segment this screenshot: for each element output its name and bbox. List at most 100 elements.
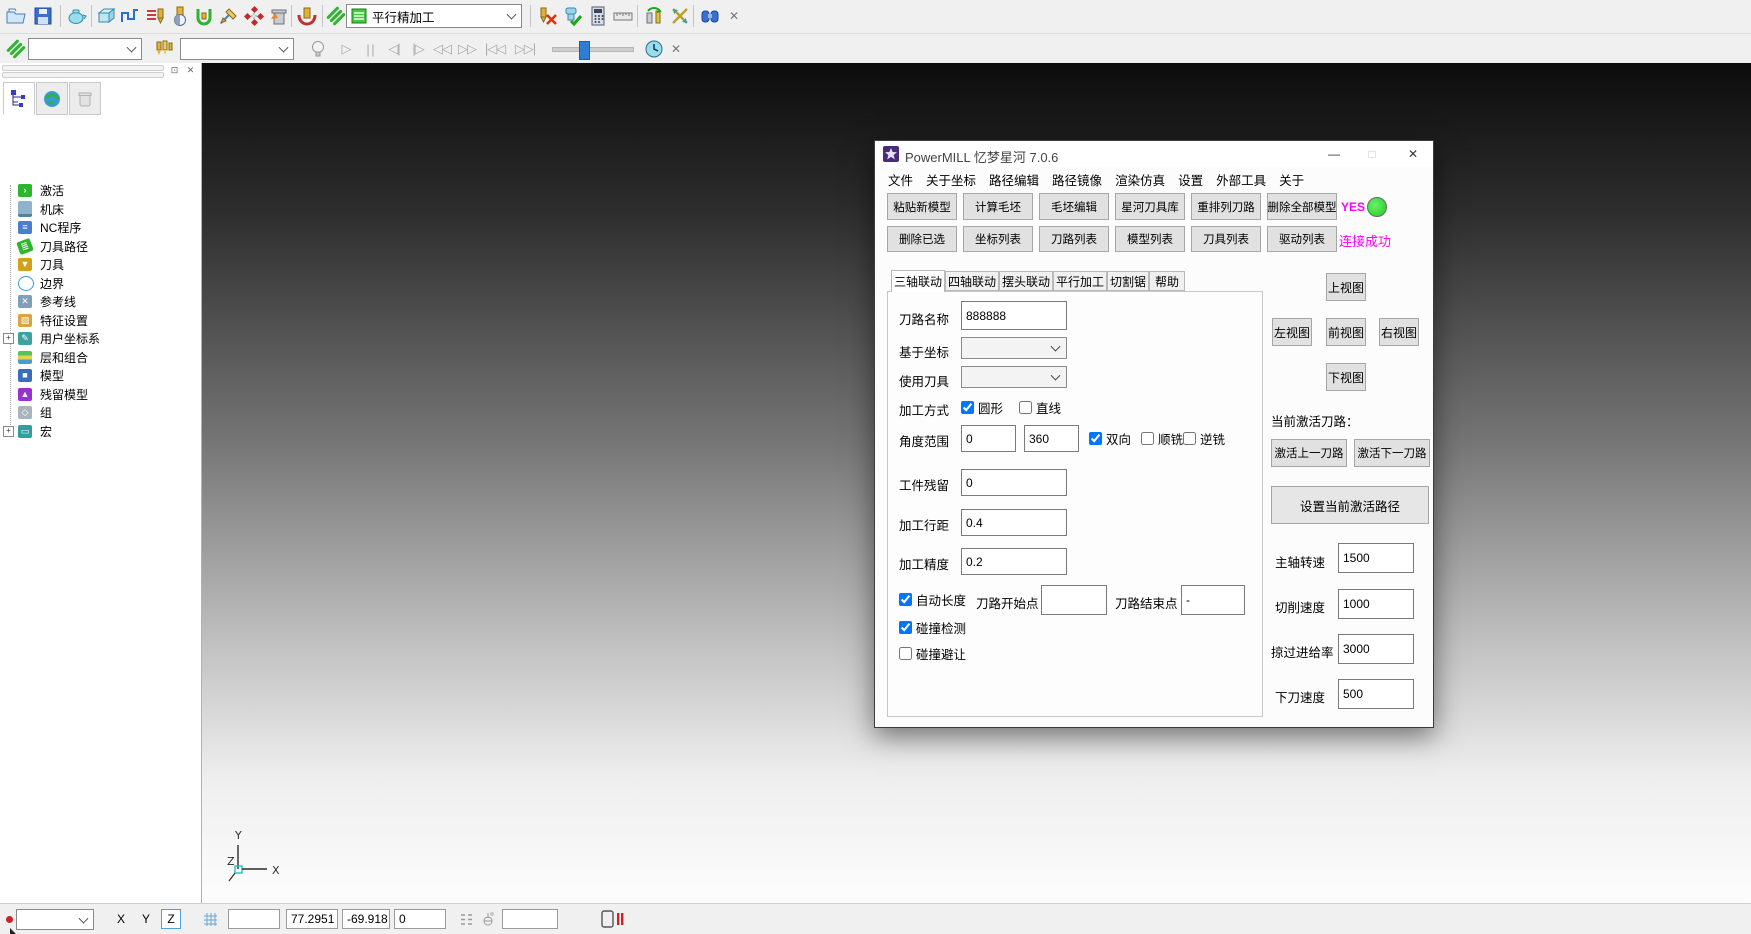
tool-holder-icon[interactable]: [295, 4, 319, 28]
skip-to-start-icon[interactable]: |◁◁: [480, 37, 510, 61]
coord-z-field[interactable]: 0: [394, 909, 446, 929]
tolerance-field[interactable]: [502, 909, 558, 929]
tree-item-feature-sets[interactable]: ▧ 特征设置: [0, 311, 200, 329]
cutting-feed-input[interactable]: [1338, 589, 1414, 619]
start-point-input[interactable]: [1041, 585, 1107, 615]
model-list-button[interactable]: 模型列表: [1115, 226, 1185, 252]
mode-circle-box[interactable]: [961, 401, 974, 414]
collision-avoid-box[interactable]: [899, 647, 912, 660]
stock-allowance-input[interactable]: [961, 469, 1067, 496]
step-back-icon[interactable]: ◁|: [382, 37, 406, 61]
tool-change-icon[interactable]: [642, 4, 666, 28]
angle-from-input[interactable]: [961, 425, 1016, 452]
maximize-button[interactable]: □: [1353, 141, 1391, 167]
strategy-combobox[interactable]: 平行精加工: [346, 4, 522, 28]
menu-path-edit[interactable]: 路径编辑: [986, 170, 1042, 189]
tree-item-levels-sets[interactable]: 层和组合: [0, 348, 200, 366]
stepover-input[interactable]: [961, 509, 1067, 536]
calculator-icon[interactable]: [586, 4, 610, 28]
menu-external-tools[interactable]: 外部工具: [1213, 170, 1269, 189]
sim-speed-slider-handle[interactable]: [579, 41, 590, 60]
auto-length-checkbox[interactable]: 自动长度: [899, 590, 966, 609]
open-project-icon[interactable]: [4, 4, 28, 28]
tool-list-button[interactable]: 刀具列表: [1191, 226, 1261, 252]
menu-render-sim[interactable]: 渲染仿真: [1112, 170, 1168, 189]
activate-next-toolpath-button[interactable]: 激活下一刀路: [1354, 439, 1430, 467]
sim-tool-icon[interactable]: [152, 37, 176, 61]
block-edit-button[interactable]: 毛坯编辑: [1039, 193, 1109, 220]
tree-item-patterns[interactable]: ✕ 参考线: [0, 292, 200, 310]
tab-web[interactable]: [36, 82, 68, 115]
toolpath-name-input[interactable]: [961, 301, 1067, 330]
collision-avoid-checkbox[interactable]: 碰撞避让: [899, 644, 966, 663]
bidirectional-box[interactable]: [1089, 432, 1102, 445]
axis-x-button[interactable]: X: [112, 909, 130, 929]
tree-item-activate[interactable]: › 激活: [0, 181, 200, 199]
climb-mill-checkbox[interactable]: 顺铣: [1141, 429, 1183, 448]
tree-item-nc-programs[interactable]: ≡ NC程序: [0, 218, 200, 236]
nc-program-icon[interactable]: [143, 4, 167, 28]
conventional-mill-box[interactable]: [1183, 432, 1196, 445]
tree-item-models[interactable]: ■ 模型: [0, 366, 200, 384]
axis-z-button[interactable]: Z: [161, 909, 181, 929]
step-forward-icon[interactable]: |▷: [406, 37, 430, 61]
collision-check-checkbox[interactable]: 碰撞检测: [899, 618, 966, 637]
coord-y-field[interactable]: -69.918: [342, 909, 390, 929]
view-top-button[interactable]: 上视图: [1326, 273, 1366, 301]
climb-mill-box[interactable]: [1141, 432, 1154, 445]
search-binoculars-icon[interactable]: [698, 4, 722, 28]
tree-item-machine[interactable]: 机床: [0, 200, 200, 218]
conventional-mill-checkbox[interactable]: 逆铣: [1183, 429, 1225, 448]
pause-icon[interactable]: | |: [358, 37, 382, 61]
panel-close-icon[interactable]: ✕: [184, 64, 197, 76]
sim-clock-icon[interactable]: [642, 37, 666, 61]
tree-item-workplanes[interactable]: + ✎ 用户坐标系: [0, 329, 200, 347]
sim-tool-combobox[interactable]: [180, 38, 294, 60]
toolpath-list-button[interactable]: 刀路列表: [1039, 226, 1109, 252]
view-left-button[interactable]: 左视图: [1272, 318, 1312, 346]
set-active-path-button[interactable]: 设置当前激活路径: [1271, 486, 1429, 524]
tree-item-tools[interactable]: ▼ 刀具: [0, 255, 200, 273]
tree-item-boundaries[interactable]: 边界: [0, 274, 200, 292]
angle-to-input[interactable]: [1024, 425, 1079, 452]
expand-icon[interactable]: +: [3, 333, 14, 344]
coord-list-button[interactable]: 坐标列表: [963, 226, 1033, 252]
toolpath-strategy-icon[interactable]: [118, 4, 142, 28]
tab-help[interactable]: 帮助: [1149, 271, 1185, 291]
spindle-speed-input[interactable]: [1338, 543, 1414, 573]
view-bottom-button[interactable]: 下视图: [1326, 363, 1366, 391]
tab-4axis[interactable]: 四轴联动: [945, 271, 999, 291]
toolpath-invalid-icon[interactable]: [536, 4, 560, 28]
toolpath-transform-icon[interactable]: [668, 4, 692, 28]
tool-sphere-icon[interactable]: [168, 4, 192, 28]
rewind-icon[interactable]: ◁◁: [430, 37, 454, 61]
end-point-input[interactable]: [1181, 585, 1245, 615]
delete-all-models-button[interactable]: 删除全部模型: [1267, 193, 1337, 220]
shaded-view-teapot-icon[interactable]: [64, 4, 88, 28]
tab-explorer-tree[interactable]: [3, 82, 35, 115]
probe-axis-icon[interactable]: [478, 909, 498, 929]
toolpath-verify-icon[interactable]: [561, 4, 585, 28]
menu-file[interactable]: 文件: [885, 170, 916, 189]
paste-new-model-button[interactable]: 粘贴新模型: [887, 193, 957, 220]
activate-prev-toolpath-button[interactable]: 激活上一刀路: [1271, 439, 1347, 467]
fast-forward-icon[interactable]: ▷▷: [455, 37, 479, 61]
block-icon[interactable]: [94, 4, 118, 28]
menu-settings[interactable]: 设置: [1175, 170, 1206, 189]
plunge-feed-input[interactable]: [1338, 679, 1414, 709]
tab-saw[interactable]: 切割锯: [1107, 271, 1149, 291]
view-front-button[interactable]: 前视图: [1326, 318, 1366, 346]
view-right-button[interactable]: 右视图: [1379, 318, 1419, 346]
panel-grip[interactable]: [2, 65, 164, 71]
minimize-button[interactable]: —: [1315, 141, 1353, 167]
use-tool-combobox[interactable]: [961, 366, 1067, 388]
grid-size-field[interactable]: [228, 909, 280, 929]
skip-to-end-icon[interactable]: ▷▷|: [510, 37, 540, 61]
close-button[interactable]: ✕: [1393, 141, 1433, 167]
expand-icon[interactable]: +: [3, 426, 14, 437]
save-project-icon[interactable]: [31, 4, 55, 28]
tree-item-macros[interactable]: + ▭ 宏: [0, 422, 200, 440]
tab-recycle-bin[interactable]: [69, 82, 101, 115]
coord-list-icon[interactable]: [456, 909, 476, 929]
boundary-icon[interactable]: [192, 4, 216, 28]
